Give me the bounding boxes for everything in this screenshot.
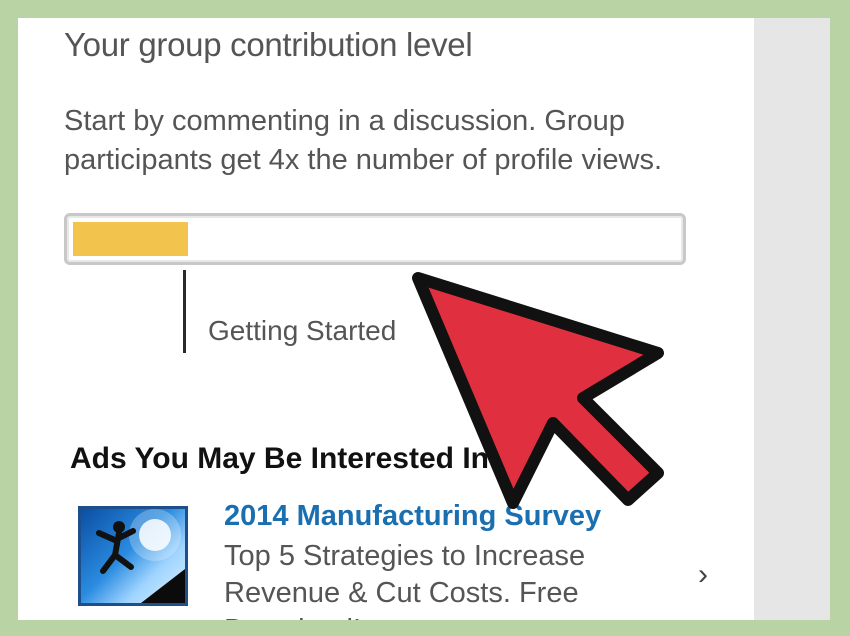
ad-thumbnail[interactable]: [78, 506, 188, 606]
level-label: Getting Started: [208, 315, 397, 346]
jumping-person-icon: [96, 509, 185, 603]
level-marker-line: [183, 270, 186, 353]
right-gutter: [754, 18, 830, 620]
arrow-cursor-icon: [412, 272, 664, 509]
chevron-right-icon[interactable]: ›: [698, 558, 708, 592]
screenshot-frame: Your group contribution level Start by c…: [18, 18, 830, 620]
ad-description: Top 5 Strategies to Increase Revenue & C…: [224, 540, 586, 620]
contribution-panel: Your group contribution level Start by c…: [18, 18, 754, 620]
contribution-progress-fill: [73, 222, 188, 256]
contribution-title: Your group contribution level: [64, 26, 473, 63]
contribution-description: Start by commenting in a discussion. Gro…: [64, 105, 663, 176]
